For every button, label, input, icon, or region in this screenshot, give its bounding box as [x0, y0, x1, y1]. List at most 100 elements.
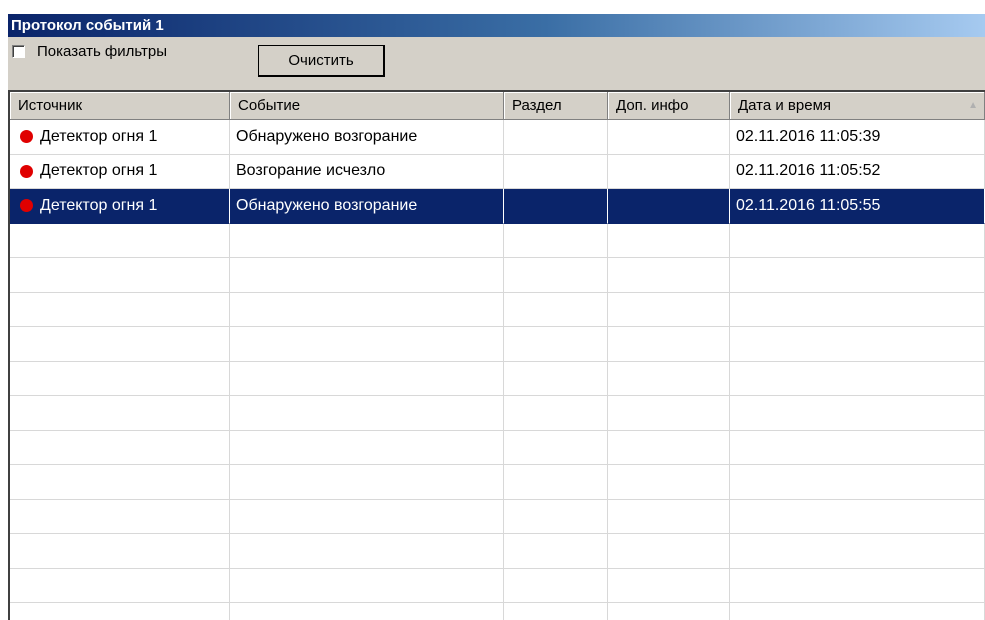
cell-source: [10, 361, 230, 396]
cell-datetime: [730, 430, 985, 465]
cell-datetime: [730, 292, 985, 327]
cell-text: Детектор огня 1: [40, 196, 158, 214]
cell-info: [608, 430, 730, 465]
cell-text: Детектор огня 1: [40, 162, 158, 180]
cell-section: [504, 258, 608, 293]
cell-datetime: [730, 534, 985, 569]
cell-event: [230, 223, 504, 258]
red-dot-icon: [20, 164, 33, 178]
cell-datetime: [730, 327, 985, 362]
empty-table-row: [10, 361, 985, 396]
events-table[interactable]: Источник Событие Раздел Доп. инфо Дата и…: [8, 90, 985, 620]
cell-info: [608, 499, 730, 534]
cell-section: [504, 292, 608, 327]
cell-event: [230, 258, 504, 293]
cell-section: [504, 327, 608, 362]
empty-table-row: [10, 465, 985, 500]
cell-section: [504, 568, 608, 603]
cell-section: [504, 361, 608, 396]
column-header-event[interactable]: Событие: [230, 92, 504, 120]
cell-section: [504, 120, 608, 155]
show-filters-checkbox[interactable]: [12, 44, 25, 58]
empty-table-row: [10, 430, 985, 465]
cell-info: [608, 223, 730, 258]
cell-info: [608, 120, 730, 155]
cell-info: [608, 534, 730, 569]
cell-section: [504, 189, 608, 224]
window-title: Протокол событий 1: [8, 14, 985, 37]
cell-section: [504, 154, 608, 189]
column-header-datetime-label: Дата и время: [738, 97, 832, 114]
empty-table-row: [10, 534, 985, 569]
cell-info: [608, 292, 730, 327]
cell-info: [608, 327, 730, 362]
cell-source: [10, 292, 230, 327]
cell-event: Обнаружено возгорание: [230, 189, 504, 224]
cell-info: [608, 568, 730, 603]
column-header-datetime[interactable]: Дата и время ▲: [730, 92, 985, 120]
column-header-info[interactable]: Доп. инфо: [608, 92, 730, 120]
cell-event: Обнаружено возгорание: [230, 120, 504, 155]
cell-event: [230, 534, 504, 569]
cell-event: [230, 327, 504, 362]
cell-source: [10, 568, 230, 603]
cell-info: [608, 258, 730, 293]
table-row[interactable]: Детектор огня 1 Возгорание исчезло 02.11.2…: [10, 154, 985, 189]
empty-table-row: [10, 603, 985, 620]
cell-source: [10, 603, 230, 620]
cell-event: [230, 499, 504, 534]
cell-datetime: [730, 603, 985, 620]
cell-source: [10, 465, 230, 500]
cell-event: [230, 361, 504, 396]
column-header-section[interactable]: Раздел: [504, 92, 608, 120]
table-row[interactable]: Детектор огня 1 Обнаружено возгорание 02.1…: [10, 189, 985, 224]
cell-section: [504, 430, 608, 465]
cell-section: [504, 603, 608, 620]
cell-section: [504, 534, 608, 569]
cell-event: [230, 465, 504, 500]
cell-source: [10, 534, 230, 569]
cell-datetime: [730, 465, 985, 500]
cell-event: Возгорание исчезло: [230, 154, 504, 189]
cell-datetime: [730, 361, 985, 396]
cell-datetime: [730, 568, 985, 603]
clear-button[interactable]: Очистить: [258, 45, 385, 77]
cell-section: [504, 396, 608, 431]
cell-datetime: [730, 396, 985, 431]
cell-section: [504, 465, 608, 500]
table-body: Детектор огня 1 Обнаружено возгорание 02.1…: [10, 120, 985, 620]
cell-source: [10, 223, 230, 258]
cell-text: 02.11.2016 11:05:52: [736, 162, 881, 180]
cell-event: [230, 292, 504, 327]
red-dot-icon: [20, 199, 33, 213]
cell-event: [230, 430, 504, 465]
cell-event: [230, 603, 504, 620]
cell-source: [10, 396, 230, 431]
empty-table-row: [10, 396, 985, 431]
cell-info: [608, 465, 730, 500]
cell-text: Детектор огня 1: [40, 127, 158, 145]
sort-ascending-icon: ▲: [968, 100, 978, 111]
cell-source: Детектор огня 1: [10, 154, 230, 189]
cell-datetime: 02.11.2016 11:05:55: [730, 189, 985, 224]
cell-info: [608, 154, 730, 189]
cell-source: [10, 499, 230, 534]
table-row[interactable]: Детектор огня 1 Обнаружено возгорание 02.1…: [10, 120, 985, 155]
cell-section: [504, 223, 608, 258]
cell-datetime: 02.11.2016 11:05:39: [730, 120, 985, 155]
column-header-source[interactable]: Источник: [10, 92, 230, 120]
cell-info: [608, 603, 730, 620]
cell-text: 02.11.2016 11:05:55: [736, 196, 881, 214]
cell-datetime: [730, 223, 985, 258]
cell-datetime: [730, 499, 985, 534]
cell-source: [10, 430, 230, 465]
show-filters-toggle[interactable]: Показать фильтры: [12, 42, 167, 60]
event-log-window: Протокол событий 1 Показать фильтры Очис…: [8, 14, 985, 620]
cell-source: Детектор огня 1: [10, 189, 230, 224]
show-filters-label: Показать фильтры: [37, 42, 168, 60]
empty-table-row: [10, 292, 985, 327]
cell-source: [10, 258, 230, 293]
cell-info: [608, 361, 730, 396]
cell-text: Возгорание исчезло: [236, 162, 386, 180]
cell-info: [608, 396, 730, 431]
